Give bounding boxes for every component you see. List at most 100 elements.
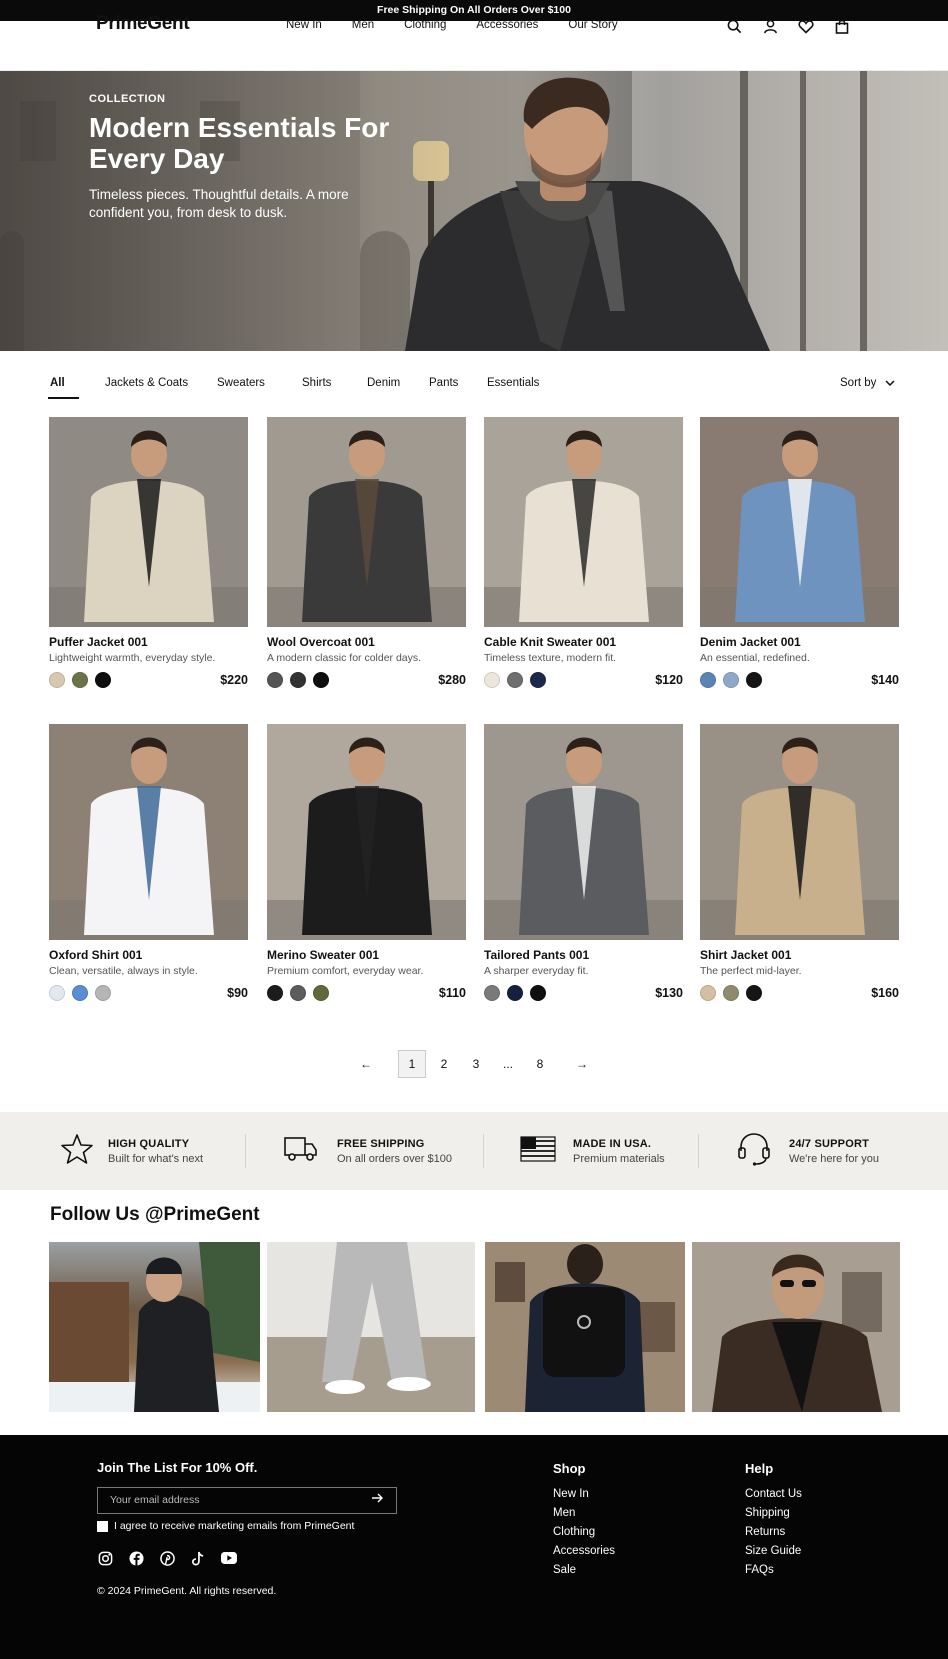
color-swatch[interactable] [95, 672, 111, 688]
color-swatch[interactable] [723, 985, 739, 1001]
color-swatch[interactable] [700, 985, 716, 1001]
footer-link-clothing[interactable]: Clothing [553, 1526, 615, 1538]
product-name[interactable]: Merino Sweater 001 [267, 948, 379, 962]
tab-denim[interactable]: Denim [367, 377, 429, 389]
tab-all[interactable]: All [50, 377, 105, 389]
color-swatch[interactable] [267, 672, 283, 688]
tab-pants[interactable]: Pants [429, 377, 487, 389]
color-swatch[interactable] [507, 985, 523, 1001]
product-image[interactable] [49, 724, 248, 940]
product-card[interactable]: Tailored Pants 001 A sharper everyday fit… [484, 724, 683, 1015]
logo[interactable]: PrimeGent [96, 13, 190, 35]
product-image[interactable] [700, 417, 899, 627]
product-image[interactable] [267, 724, 466, 940]
submit-arrow-icon[interactable] [372, 1488, 384, 1513]
tab-jackets-coats[interactable]: Jackets & Coats [105, 377, 217, 389]
bag-icon[interactable] [832, 16, 852, 36]
tiktok-icon[interactable] [190, 1550, 206, 1566]
product-card[interactable]: Merino Sweater 001 Premium comfort, every… [267, 724, 466, 1015]
color-swatch[interactable] [530, 672, 546, 688]
product-name[interactable]: Tailored Pants 001 [484, 948, 589, 962]
product-name[interactable]: Wool Overcoat 001 [267, 635, 375, 649]
color-swatch[interactable] [507, 672, 523, 688]
color-swatch[interactable] [290, 672, 306, 688]
tab-sweaters[interactable]: Sweaters [217, 377, 302, 389]
nav-men[interactable]: Men [352, 19, 374, 31]
color-swatch[interactable] [484, 672, 500, 688]
color-swatch[interactable] [313, 672, 329, 688]
product-image[interactable] [49, 417, 248, 627]
nav-clothing[interactable]: Clothing [404, 19, 446, 31]
color-swatch[interactable] [72, 672, 88, 688]
color-swatch[interactable] [746, 672, 762, 688]
product-card[interactable]: Denim Jacket 001 An essential, redefined.… [700, 417, 899, 702]
footer-link-size-guide[interactable]: Size Guide [745, 1545, 802, 1557]
product-name[interactable]: Denim Jacket 001 [700, 635, 801, 649]
nav-accessories[interactable]: Accessories [476, 19, 538, 31]
pinterest-icon[interactable] [159, 1550, 175, 1566]
product-name[interactable]: Cable Knit Sweater 001 [484, 635, 616, 649]
footer-link-sale[interactable]: Sale [553, 1564, 615, 1576]
footer-link-contact[interactable]: Contact Us [745, 1488, 802, 1500]
active-tab-underline [48, 397, 79, 399]
page-3[interactable]: 3 [462, 1050, 490, 1078]
footer-shop-column: Shop New In Men Clothing Accessories Sal… [553, 1461, 615, 1576]
color-swatch[interactable] [723, 672, 739, 688]
product-card[interactable]: Cable Knit Sweater 001 Timeless texture, … [484, 417, 683, 702]
header-icons [724, 16, 868, 36]
color-swatch[interactable] [267, 985, 283, 1001]
product-card[interactable]: Wool Overcoat 001 A modern classic for co… [267, 417, 466, 702]
product-card[interactable]: Oxford Shirt 001 Clean, versatile, always… [49, 724, 248, 1015]
footer-link-faqs[interactable]: FAQs [745, 1564, 802, 1576]
page-8[interactable]: 8 [526, 1050, 554, 1078]
footer-link-men[interactable]: Men [553, 1507, 615, 1519]
color-swatch[interactable] [530, 985, 546, 1001]
color-swatch[interactable] [746, 985, 762, 1001]
page-2[interactable]: 2 [430, 1050, 458, 1078]
footer-link-new-in[interactable]: New In [553, 1488, 615, 1500]
account-icon[interactable] [760, 16, 780, 36]
product-card[interactable]: Puffer Jacket 001 Lightweight warmth, eve… [49, 417, 248, 702]
copyright: © 2024 PrimeGent. All rights reserved. [97, 1585, 277, 1597]
instagram-post-2[interactable] [267, 1242, 475, 1412]
nav-our-story[interactable]: Our Story [568, 19, 617, 31]
nav-new-in[interactable]: New In [286, 19, 322, 31]
instagram-post-3[interactable] [485, 1242, 685, 1412]
product-name[interactable]: Shirt Jacket 001 [700, 948, 791, 962]
color-swatch[interactable] [49, 672, 65, 688]
color-swatch[interactable] [290, 985, 306, 1001]
search-icon[interactable] [724, 16, 744, 36]
product-card[interactable]: Shirt Jacket 001 The perfect mid-layer. $1… [700, 724, 899, 1015]
divider [483, 1134, 484, 1168]
instagram-post-1[interactable] [49, 1242, 260, 1412]
newsletter-email-input[interactable]: Your email address [97, 1487, 397, 1514]
product-name[interactable]: Oxford Shirt 001 [49, 948, 142, 962]
facebook-icon[interactable] [128, 1550, 144, 1566]
consent-checkbox[interactable] [97, 1520, 108, 1532]
color-swatch[interactable] [95, 985, 111, 1001]
product-image[interactable] [484, 417, 683, 627]
color-swatch[interactable] [484, 985, 500, 1001]
color-swatch[interactable] [49, 985, 65, 1001]
tab-shirts[interactable]: Shirts [302, 377, 367, 389]
footer-link-returns[interactable]: Returns [745, 1526, 802, 1538]
footer-link-accessories[interactable]: Accessories [553, 1545, 615, 1557]
product-image[interactable] [267, 417, 466, 627]
product-image[interactable] [484, 724, 683, 940]
instagram-icon[interactable] [97, 1550, 113, 1566]
youtube-icon[interactable] [221, 1550, 237, 1566]
color-swatch[interactable] [313, 985, 329, 1001]
footer-link-shipping[interactable]: Shipping [745, 1507, 802, 1519]
color-swatch[interactable] [700, 672, 716, 688]
next-page-arrow-icon[interactable]: → [568, 1050, 596, 1078]
product-image[interactable] [700, 724, 899, 940]
page-1[interactable]: 1 [398, 1050, 426, 1078]
product-name[interactable]: Puffer Jacket 001 [49, 635, 148, 649]
color-swatch[interactable] [72, 985, 88, 1001]
wishlist-icon[interactable] [796, 16, 816, 36]
feature-text: Premium materials [573, 1152, 665, 1165]
instagram-post-4[interactable] [692, 1242, 900, 1412]
sort-dropdown[interactable]: Sort by [840, 377, 895, 389]
tab-essentials[interactable]: Essentials [487, 377, 539, 389]
prev-page-arrow-icon[interactable]: ← [352, 1050, 380, 1078]
